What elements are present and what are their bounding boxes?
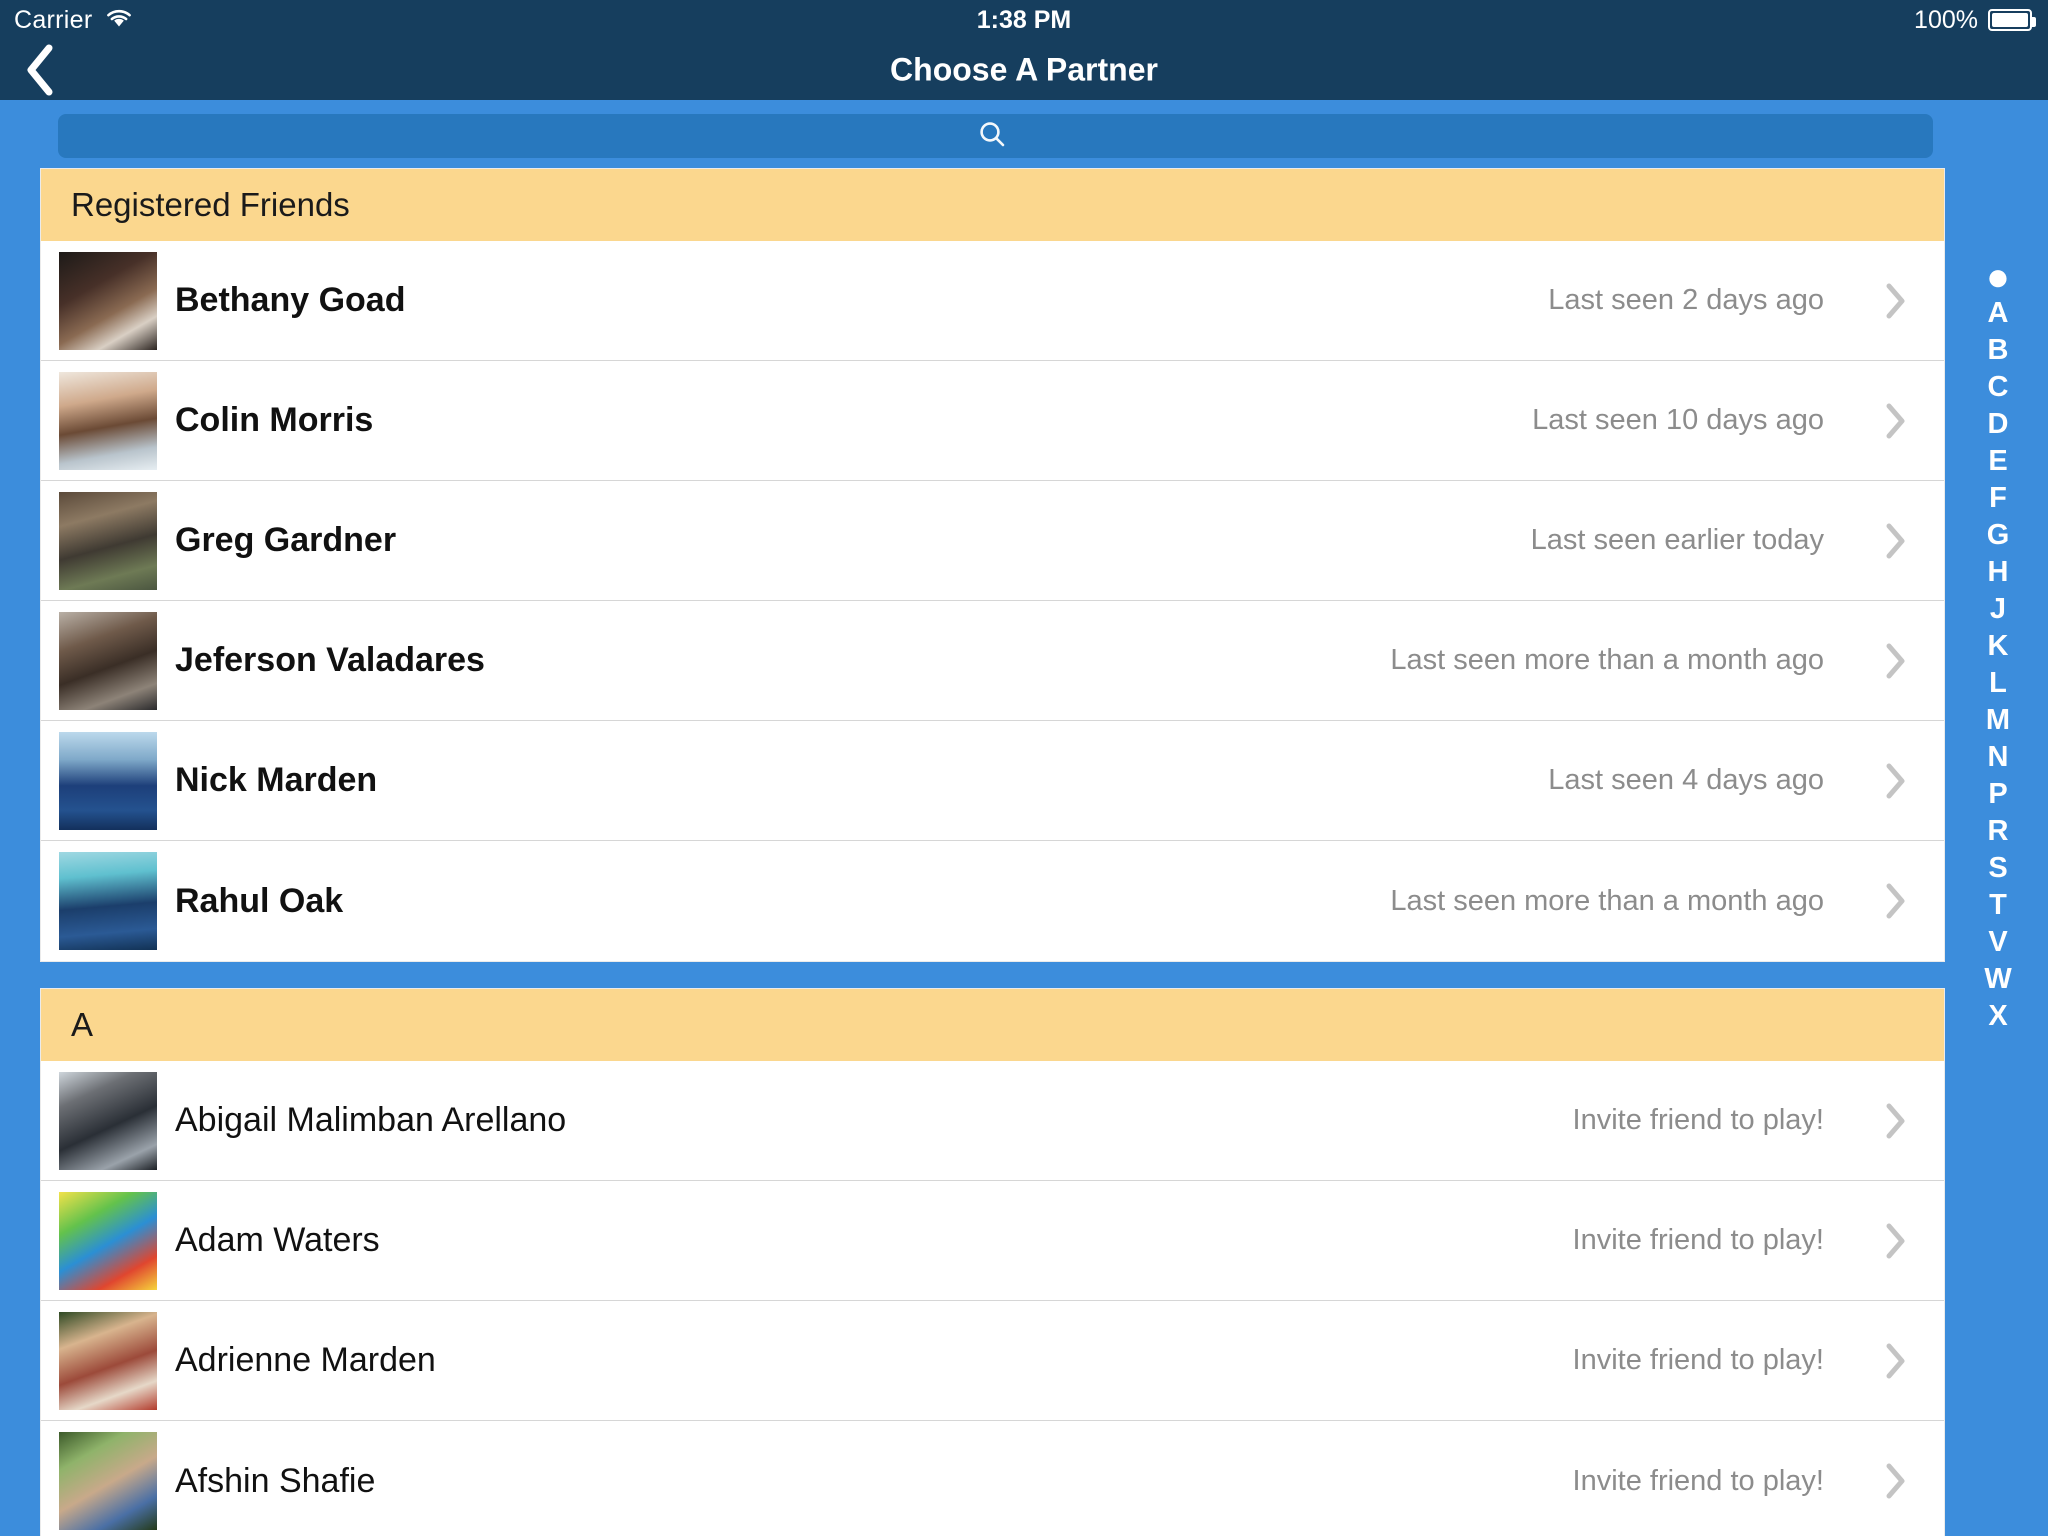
section-header: Registered Friends xyxy=(41,169,1944,241)
friend-row[interactable]: Greg Gardner Last seen earlier today xyxy=(41,481,1944,601)
chevron-right-icon xyxy=(1874,881,1918,921)
index-letter-r[interactable]: R xyxy=(1948,813,2048,850)
index-letter-v[interactable]: V xyxy=(1948,924,2048,961)
chevron-right-icon xyxy=(1874,521,1918,561)
friend-name: Greg Gardner xyxy=(175,521,397,559)
friend-status: Invite friend to play! xyxy=(1572,1344,1824,1376)
avatar xyxy=(59,371,157,470)
chevron-right-icon xyxy=(1874,1341,1918,1381)
index-letter-g[interactable]: G xyxy=(1948,517,2048,554)
friend-name: Bethany Goad xyxy=(175,281,406,319)
friend-status: Last seen more than a month ago xyxy=(1390,884,1824,917)
battery-full-icon xyxy=(1988,9,2036,31)
friend-row[interactable]: Abigail Malimban Arellano Invite friend t… xyxy=(41,1061,1944,1181)
friend-status: Last seen 4 days ago xyxy=(1548,764,1824,796)
battery-percent-label: 100% xyxy=(1914,5,1978,34)
status-bar: Carrier 1:38 PM 100% xyxy=(0,0,2048,40)
avatar xyxy=(59,852,157,950)
section-header: A xyxy=(41,989,1944,1061)
friend-status: Invite friend to play! xyxy=(1572,1464,1824,1497)
alphabet-index-bar[interactable]: ● A B C D E F G H J K L M N P R S T V W X xyxy=(1948,168,2048,1536)
friend-name: Nick Marden xyxy=(175,761,378,799)
friend-row[interactable]: Colin Morris Last seen 10 days ago xyxy=(41,361,1944,481)
chevron-right-icon xyxy=(1874,1461,1918,1501)
section-card: Registered Friends Bethany Goad Last seen … xyxy=(40,168,1945,962)
friend-row[interactable]: Jeferson Valadares Last seen more than a … xyxy=(41,601,1944,721)
friend-status: Invite friend to play! xyxy=(1572,1104,1824,1136)
index-letter-h[interactable]: H xyxy=(1948,554,2048,591)
friend-name: Adrienne Marden xyxy=(175,1341,436,1379)
index-letter-a[interactable]: A xyxy=(1948,295,2048,332)
chevron-right-icon xyxy=(1874,641,1918,681)
index-letter-f[interactable]: F xyxy=(1948,480,2048,517)
index-letter-e[interactable]: E xyxy=(1948,443,2048,480)
friend-name: Abigail Malimban Arellano xyxy=(175,1101,567,1139)
index-letter-c[interactable]: C xyxy=(1948,369,2048,406)
friend-row[interactable]: Nick Marden Last seen 4 days ago xyxy=(41,721,1944,841)
friend-status: Last seen earlier today xyxy=(1530,524,1824,556)
index-letter-p[interactable]: P xyxy=(1948,776,2048,813)
index-letter-x[interactable]: X xyxy=(1948,998,2048,1035)
index-letter-m[interactable]: M xyxy=(1948,702,2048,739)
chevron-right-icon xyxy=(1874,401,1918,441)
friend-name: Rahul Oak xyxy=(175,881,344,920)
index-letter-w[interactable]: W xyxy=(1948,961,2048,998)
friend-row[interactable]: Bethany Goad Last seen 2 days ago xyxy=(41,241,1944,361)
search-bar-container xyxy=(0,100,2048,168)
avatar xyxy=(59,1071,157,1170)
search-icon xyxy=(977,119,1007,154)
index-letter-l[interactable]: L xyxy=(1948,665,2048,702)
friend-status: Last seen 2 days ago xyxy=(1548,284,1824,316)
index-letter-k[interactable]: K xyxy=(1948,628,2048,665)
friends-list[interactable]: Registered Friends Bethany Goad Last seen … xyxy=(0,168,2048,1536)
index-letter-t[interactable]: T xyxy=(1948,887,2048,924)
friend-name: Colin Morris xyxy=(175,401,374,439)
nav-bar: Choose A Partner xyxy=(0,40,2048,100)
avatar xyxy=(59,731,157,830)
avatar xyxy=(59,1432,157,1530)
chevron-right-icon xyxy=(1874,281,1918,321)
app-root: Carrier 1:38 PM 100% Choose A Partner Re… xyxy=(0,0,2048,1536)
chevron-right-icon xyxy=(1874,1101,1918,1141)
index-letter-s[interactable]: S xyxy=(1948,850,2048,887)
avatar xyxy=(59,251,157,350)
status-bar-right: 100% xyxy=(1914,5,2036,35)
friend-row[interactable]: Rahul Oak Last seen more than a month ago xyxy=(41,841,1944,961)
index-letter-d[interactable]: D xyxy=(1948,406,2048,443)
friend-row[interactable]: Adam Waters Invite friend to play! xyxy=(41,1181,1944,1301)
friend-name: Adam Waters xyxy=(175,1221,380,1259)
index-letter-dot[interactable]: ● xyxy=(1948,257,2048,297)
friend-name: Afshin Shafie xyxy=(175,1461,376,1500)
friend-status: Last seen 10 days ago xyxy=(1532,404,1824,436)
friend-status: Invite friend to play! xyxy=(1572,1224,1824,1256)
friend-name: Jeferson Valadares xyxy=(175,641,485,679)
friend-row[interactable]: Adrienne Marden Invite friend to play! xyxy=(41,1301,1944,1421)
chevron-right-icon xyxy=(1874,761,1918,801)
avatar xyxy=(59,611,157,710)
chevron-right-icon xyxy=(1874,1221,1918,1261)
index-letter-b[interactable]: B xyxy=(1948,332,2048,369)
search-input[interactable] xyxy=(58,114,1933,158)
section-card: A Abigail Malimban Arellano Invite friend … xyxy=(40,988,1945,1536)
avatar xyxy=(59,491,157,590)
avatar xyxy=(59,1311,157,1410)
avatar xyxy=(59,1191,157,1290)
friend-status: Last seen more than a month ago xyxy=(1390,644,1824,676)
index-letter-n[interactable]: N xyxy=(1948,739,2048,776)
index-letter-j[interactable]: J xyxy=(1948,591,2048,628)
friend-row[interactable]: Afshin Shafie Invite friend to play! xyxy=(41,1421,1944,1536)
clock-label: 1:38 PM xyxy=(976,5,1072,34)
page-title: Choose A Partner xyxy=(890,51,1158,88)
